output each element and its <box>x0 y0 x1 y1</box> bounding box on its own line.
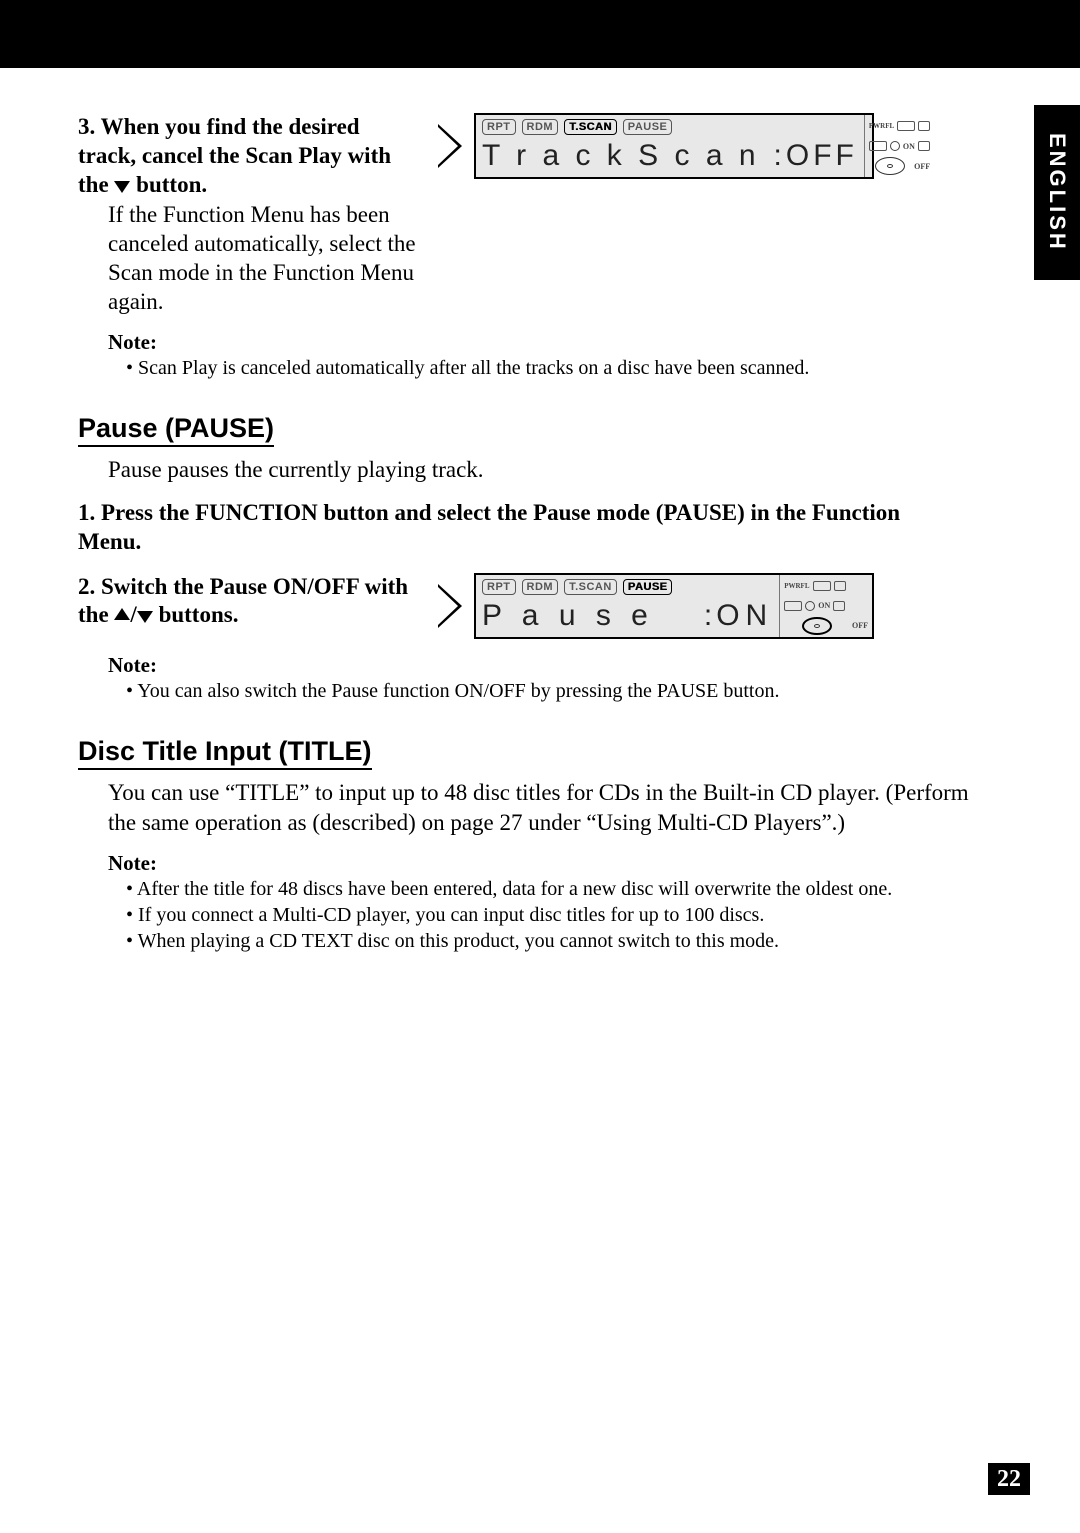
side-row-1: PWRFL <box>869 118 930 134</box>
step-3-body: If the Function Menu has been canceled a… <box>108 201 418 316</box>
step-3-row: 3. When you find the desired track, canc… <box>78 113 1002 316</box>
note-heading-3: Note: <box>108 851 1002 876</box>
lcd-badge-row: RPT RDM T.SCAN PAUSE <box>482 117 858 137</box>
note-list-2: You can also switch the Pause function O… <box>126 678 1002 704</box>
pause-step-1: 1. Press the FUNCTION button and select … <box>78 499 958 557</box>
badge-rdm: RDM <box>522 579 559 595</box>
lcd-value: OFF <box>786 139 858 172</box>
step-2-number: 2. <box>78 574 95 599</box>
mini-box-icon <box>918 121 930 131</box>
title-section-body: You can use “TITLE” to input up to 48 di… <box>108 778 1002 838</box>
mini-box-icon <box>897 121 915 131</box>
step-1-number: 1. <box>78 500 95 525</box>
mini-box-icon <box>813 581 831 591</box>
mini-box-icon <box>833 601 845 611</box>
badge-rdm: RDM <box>522 119 559 135</box>
pause-intro: Pause pauses the currently playing track… <box>108 455 1002 485</box>
lcd-main-text: P a u s e:ON <box>482 597 773 631</box>
pointer-triangle-icon <box>438 584 464 628</box>
page-content: 3. When you find the desired track, canc… <box>0 68 1080 954</box>
lcd-side-area: PWRFL ON OFF <box>864 115 934 177</box>
lcd-side-area: PWRFL ON OFF <box>779 575 872 637</box>
lcd-display-trackscan: RPT RDM T.SCAN PAUSE T r a c k S c a n:O… <box>474 113 874 179</box>
step-2-after: buttons. <box>153 602 239 627</box>
badge-pause: PAUSE <box>623 579 673 595</box>
side-row-1: PWRFL <box>784 578 868 594</box>
mini-box-icon <box>784 601 802 611</box>
on-label: ON <box>903 142 915 151</box>
on-label: ON <box>818 601 830 610</box>
note-item: After the title for 48 discs have been e… <box>126 876 1002 902</box>
badge-tscan: T.SCAN <box>564 119 617 135</box>
pause-step-2-text: 2. Switch the Pause ON/OFF with the / bu… <box>78 573 418 631</box>
clock-icon <box>890 141 900 151</box>
pointer-triangle-icon <box>438 124 464 168</box>
lcd-main-area: RPT RDM T.SCAN PAUSE T r a c k S c a n:O… <box>476 115 864 177</box>
step-3-number: 3. <box>78 114 95 139</box>
lcd-label: P a u s e <box>482 599 654 632</box>
mini-box-icon <box>834 581 846 591</box>
note-item: When playing a CD TEXT disc on this prod… <box>126 928 1002 954</box>
note-heading-2: Note: <box>108 653 1002 678</box>
down-triangle-icon <box>114 181 130 193</box>
disc-icon <box>875 157 905 175</box>
pause-step-2-row: 2. Switch the Pause ON/OFF with the / bu… <box>78 573 1002 639</box>
note-item: Scan Play is canceled automatically afte… <box>126 355 1002 381</box>
disc-icon <box>802 617 832 635</box>
lcd-display-pause: RPT RDM T.SCAN PAUSE P a u s e:ON PWRFL <box>474 573 874 639</box>
off-label: OFF <box>852 621 868 630</box>
lcd-main-text: T r a c k S c a n:OFF <box>482 137 858 171</box>
clock-icon <box>805 601 815 611</box>
lcd-label: T r a c k S c a n <box>482 139 760 172</box>
header-black-bar <box>0 0 1080 68</box>
pwrfl-label: PWRFL <box>869 122 894 130</box>
side-row-3: OFF <box>784 618 868 634</box>
lcd-value: ON <box>716 599 773 632</box>
lcd-main-area: RPT RDM T.SCAN PAUSE P a u s e:ON <box>476 575 779 637</box>
down-triangle-icon <box>137 611 153 623</box>
mini-box-icon <box>918 141 930 151</box>
off-label: OFF <box>914 162 930 171</box>
badge-pause: PAUSE <box>623 119 673 135</box>
note-item: You can also switch the Pause function O… <box>126 678 1002 704</box>
side-row-2: ON <box>869 138 930 154</box>
page-number: 22 <box>988 1463 1030 1495</box>
badge-rpt: RPT <box>482 579 516 595</box>
lcd-sep: : <box>774 139 782 172</box>
step-3-text: 3. When you find the desired track, canc… <box>78 113 418 316</box>
lcd-sep: : <box>704 599 712 632</box>
note-item: If you connect a Multi-CD player, you ca… <box>126 902 1002 928</box>
step-3-after: button. <box>130 172 207 197</box>
step-1-text: Press the FUNCTION button and select the… <box>78 500 900 554</box>
title-section-heading: Disc Title Input (TITLE) <box>78 736 372 770</box>
pause-section-heading: Pause (PAUSE) <box>78 413 274 447</box>
note-heading-1: Note: <box>108 330 1002 355</box>
track-scan-display-figure: RPT RDM T.SCAN PAUSE T r a c k S c a n:O… <box>438 113 874 179</box>
side-row-3: OFF <box>869 158 930 174</box>
pause-display-figure: RPT RDM T.SCAN PAUSE P a u s e:ON PWRFL <box>438 573 874 639</box>
pwrfl-label: PWRFL <box>784 582 809 590</box>
mini-box-icon <box>869 141 887 151</box>
note-list-1: Scan Play is canceled automatically afte… <box>126 355 1002 381</box>
up-triangle-icon <box>114 608 130 620</box>
note-list-3: After the title for 48 discs have been e… <box>126 876 1002 954</box>
badge-rpt: RPT <box>482 119 516 135</box>
side-row-2: ON <box>784 598 868 614</box>
lcd-badge-row: RPT RDM T.SCAN PAUSE <box>482 577 773 597</box>
badge-tscan: T.SCAN <box>564 579 617 595</box>
